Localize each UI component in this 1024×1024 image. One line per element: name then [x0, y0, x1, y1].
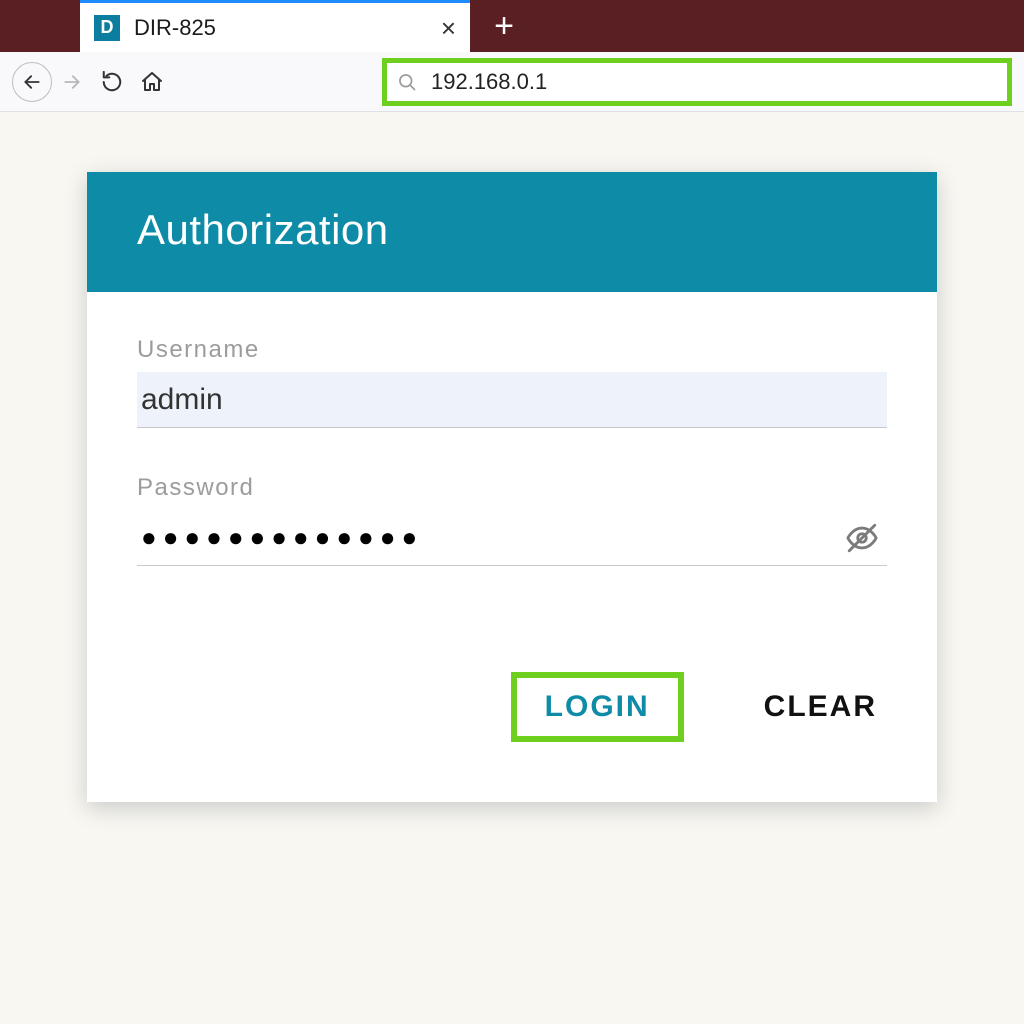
password-row: ●●●●●●●●●●●●● [137, 510, 887, 566]
username-label: Username [137, 336, 887, 364]
home-button[interactable] [132, 62, 172, 102]
password-field: Password ●●●●●●●●●●●●● [137, 474, 887, 566]
auth-card: Authorization Username Password ●●●●●●●●… [87, 172, 937, 802]
arrow-right-icon [62, 72, 82, 92]
reload-icon [101, 71, 123, 93]
card-header: Authorization [87, 172, 937, 292]
toggle-password-visibility[interactable] [845, 521, 887, 555]
page-content: Authorization Username Password ●●●●●●●●… [0, 112, 1024, 802]
card-body: Username Password ●●●●●●●●●●●●● LOGIN CL… [87, 292, 937, 802]
browser-toolbar [0, 52, 1024, 112]
home-icon [140, 70, 164, 94]
back-button[interactable] [12, 62, 52, 102]
search-icon [397, 72, 417, 92]
arrow-left-icon [22, 72, 42, 92]
tab-title: DIR-825 [134, 15, 441, 41]
action-row: LOGIN CLEAR [137, 612, 887, 768]
password-input[interactable]: ●●●●●●●●●●●●● [137, 522, 845, 553]
reload-button[interactable] [92, 62, 132, 102]
browser-tab[interactable]: D DIR-825 × [80, 0, 470, 52]
new-tab-button[interactable]: + [484, 6, 524, 46]
tab-strip: D DIR-825 × + [0, 0, 1024, 52]
address-input[interactable] [431, 69, 997, 95]
eye-off-icon [845, 521, 879, 555]
card-title: Authorization [137, 206, 887, 254]
forward-button[interactable] [52, 62, 92, 102]
username-input[interactable] [137, 372, 887, 428]
close-icon[interactable]: × [441, 15, 456, 41]
favicon-icon: D [94, 15, 120, 41]
clear-button[interactable]: CLEAR [754, 672, 887, 742]
address-bar[interactable] [382, 58, 1012, 106]
password-label: Password [137, 474, 887, 502]
username-field: Username [137, 336, 887, 428]
login-button[interactable]: LOGIN [511, 672, 684, 742]
